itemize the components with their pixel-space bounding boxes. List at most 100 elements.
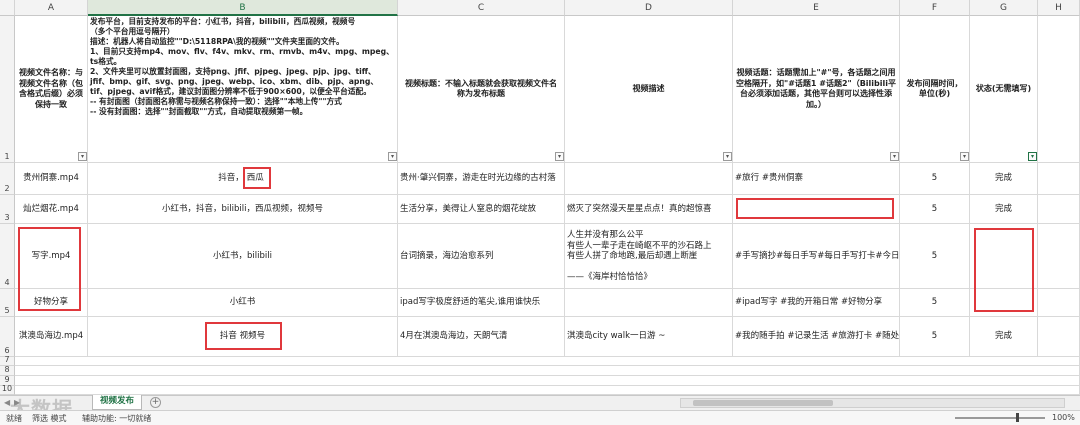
- cell-g1[interactable]: 状态(无需填写): [970, 16, 1038, 163]
- description-line: [567, 262, 712, 272]
- cell-h5[interactable]: [1038, 289, 1080, 317]
- cell-d3[interactable]: 燃灭了突然漫天星星点点！真的超惊喜: [565, 195, 733, 224]
- header-description-text: 视频描述: [632, 83, 665, 93]
- annotation-box-empty-status: [974, 228, 1034, 312]
- cell-g3[interactable]: 完成: [970, 195, 1038, 224]
- cell-f4[interactable]: 5: [900, 224, 970, 289]
- filter-dropdown-icon[interactable]: ▾: [723, 152, 732, 161]
- row-header-3[interactable]: 3: [0, 195, 15, 224]
- interval-text: 5: [931, 250, 938, 261]
- cell-d5[interactable]: [565, 289, 733, 317]
- filter-dropdown-icon[interactable]: ▾: [555, 152, 564, 161]
- cell-b1[interactable]: 发布平台，目前支持发布的平台：小红书，抖音，bilibili，西瓜视频，视频号 …: [88, 16, 398, 163]
- cell-h3[interactable]: [1038, 195, 1080, 224]
- column-header-g[interactable]: G: [970, 0, 1038, 16]
- header-platform-line-4: 1、目前只支持mp4、mov、flv、f4v、mkv、rm、rmvb、m4v、m…: [90, 47, 394, 66]
- cell-b4[interactable]: 小红书，bilibili: [88, 224, 398, 289]
- header-platform-line-6: -- 有封面图（封面图名称需与视频名称保持一致）：选择""本地上传""方式: [90, 97, 342, 106]
- cell-f1[interactable]: 发布间隔时间，单位(秒): [900, 16, 970, 163]
- column-header-b[interactable]: B: [88, 0, 398, 16]
- empty-row-8[interactable]: [15, 366, 1080, 376]
- cell-c1[interactable]: 视频标题：不输入标题就会获取视频文件名称为发布标题: [398, 16, 565, 163]
- cell-c5[interactable]: ipad写字极度舒适的笔尖,谁用谁快乐: [398, 289, 565, 317]
- cell-d4[interactable]: 人生并没有那么公平 有些人一辈子走在崎岖不平的沙石路上 有些人拼了命地跑,最后却…: [565, 224, 733, 289]
- cell-b3[interactable]: 小红书，抖音，bilibili，西瓜视频，视频号: [88, 195, 398, 224]
- column-header-c[interactable]: C: [398, 0, 565, 16]
- horizontal-scrollbar[interactable]: [680, 398, 1065, 408]
- cell-a1[interactable]: 视频文件名称：与视频文件名称（包含格式后缀）必须保持一致: [15, 16, 88, 163]
- column-header-a[interactable]: A: [15, 0, 88, 16]
- title-text: 4月在淇澳岛海边，天朗气清: [400, 331, 508, 341]
- row-header-1[interactable]: 1: [0, 16, 15, 163]
- horizontal-scrollbar-thumb[interactable]: [693, 400, 833, 406]
- sheet-tab-active[interactable]: 视频发布: [92, 395, 142, 410]
- filter-dropdown-icon[interactable]: ▾: [960, 152, 969, 161]
- row-header-6[interactable]: 6: [0, 317, 15, 357]
- column-header-f[interactable]: F: [900, 0, 970, 16]
- cell-a6[interactable]: 淇澳岛海边.mp4: [15, 317, 88, 357]
- cell-c6[interactable]: 4月在淇澳岛海边，天朗气清: [398, 317, 565, 357]
- row-header-2[interactable]: 2: [0, 163, 15, 195]
- cell-h4[interactable]: [1038, 224, 1080, 289]
- zoom-level-text[interactable]: 100%: [1052, 413, 1075, 422]
- add-sheet-icon[interactable]: +: [150, 397, 161, 408]
- status-ready-text: 就绪: [6, 414, 22, 423]
- row-header-5[interactable]: 5: [0, 289, 15, 317]
- status-accessibility-text[interactable]: 辅助功能: 一切就绪: [82, 413, 151, 424]
- select-all-corner[interactable]: [0, 0, 15, 16]
- cell-g6[interactable]: 完成: [970, 317, 1038, 357]
- interval-text: 5: [931, 297, 938, 307]
- filename-text: 淇澳岛海边.mp4: [18, 331, 84, 341]
- cell-e1[interactable]: 视频话题：话题需加上"#"号，各话题之间用空格隔开，如"#话题1 #话题2"（B…: [733, 16, 900, 163]
- empty-row-9[interactable]: [15, 376, 1080, 386]
- header-interval-text: 发布间隔时间，单位(秒): [906, 78, 963, 99]
- platform-text: 小红书: [229, 297, 256, 307]
- header-platform-line-2: （多个平台用逗号隔开）: [90, 27, 175, 36]
- column-header-d[interactable]: D: [565, 0, 733, 16]
- cell-e6[interactable]: #我的随手拍 #记录生活 #旅游打卡 #随处者: [733, 317, 900, 357]
- cell-a2[interactable]: 贵州侗寨.mp4: [15, 163, 88, 195]
- cell-f3[interactable]: 5: [900, 195, 970, 224]
- cell-d2[interactable]: [565, 163, 733, 195]
- zoom-slider-handle[interactable]: [1016, 413, 1019, 422]
- header-platform-line-5: 2、文件夹里可以放置封面图，支持png、jfif、pjpeg、jpeg、pjp、…: [90, 67, 379, 96]
- empty-row-7[interactable]: [15, 357, 1080, 366]
- cell-c4[interactable]: 台词摘录，海边治愈系列: [398, 224, 565, 289]
- cell-d1[interactable]: 视频描述: [565, 16, 733, 163]
- filter-active-icon[interactable]: ▾: [1028, 152, 1037, 161]
- header-filename-text: 视频文件名称：与视频文件名称（包含格式后缀）必须保持一致: [19, 68, 83, 109]
- topics-text: #我的随手拍 #记录生活 #旅游打卡 #随处者: [735, 331, 900, 341]
- zoom-slider-track[interactable]: [955, 417, 1045, 419]
- cell-a3[interactable]: 灿烂烟花.mp4: [15, 195, 88, 224]
- annotation-box-filenames: [18, 227, 81, 311]
- cell-h2[interactable]: [1038, 163, 1080, 195]
- spreadsheet-grid[interactable]: A B C D E F G H 1 2 3 4 5 6 7 8 9 10 视频文…: [0, 0, 1080, 395]
- cell-g2[interactable]: 完成: [970, 163, 1038, 195]
- cell-f2[interactable]: 5: [900, 163, 970, 195]
- platform-text: 小红书，bilibili: [213, 250, 272, 261]
- platform-text: 小红书，抖音，bilibili，西瓜视频，视频号: [162, 203, 323, 214]
- cell-h1[interactable]: [1038, 16, 1080, 163]
- cell-c3[interactable]: 生活分享，美得让人窒息的烟花绽放: [398, 195, 565, 224]
- filter-dropdown-icon[interactable]: ▾: [388, 152, 397, 161]
- row-header-4[interactable]: 4: [0, 224, 15, 289]
- cell-h6[interactable]: [1038, 317, 1080, 357]
- cell-f5[interactable]: 5: [900, 289, 970, 317]
- cell-f6[interactable]: 5: [900, 317, 970, 357]
- interval-text: 5: [931, 203, 938, 214]
- filter-dropdown-icon[interactable]: ▾: [78, 152, 87, 161]
- empty-row-10[interactable]: [15, 386, 1080, 395]
- cell-c2[interactable]: 贵州·肇兴侗寨，游走在时光边缘的古村落: [398, 163, 565, 195]
- cell-e4[interactable]: #手写摘抄#每日手写#每日手写打卡#今日手: [733, 224, 900, 289]
- title-text: ipad写字极度舒适的笔尖,谁用谁快乐: [400, 297, 541, 307]
- filter-dropdown-icon[interactable]: ▾: [890, 152, 899, 161]
- cell-e2[interactable]: #旅行 #贵州侗寨: [733, 163, 900, 195]
- platform-text: 抖音，: [218, 173, 244, 183]
- column-header-e[interactable]: E: [733, 0, 900, 16]
- cell-b5[interactable]: 小红书: [88, 289, 398, 317]
- cell-d6[interactable]: 淇澳岛city walk一日游 ~: [565, 317, 733, 357]
- annotation-box-platform-shipinhao: [205, 322, 282, 350]
- header-status-text: 状态(无需填写): [975, 83, 1032, 93]
- column-header-h[interactable]: H: [1038, 0, 1080, 16]
- cell-e5[interactable]: #ipad写字 #我的开箱日常 #好物分享: [733, 289, 900, 317]
